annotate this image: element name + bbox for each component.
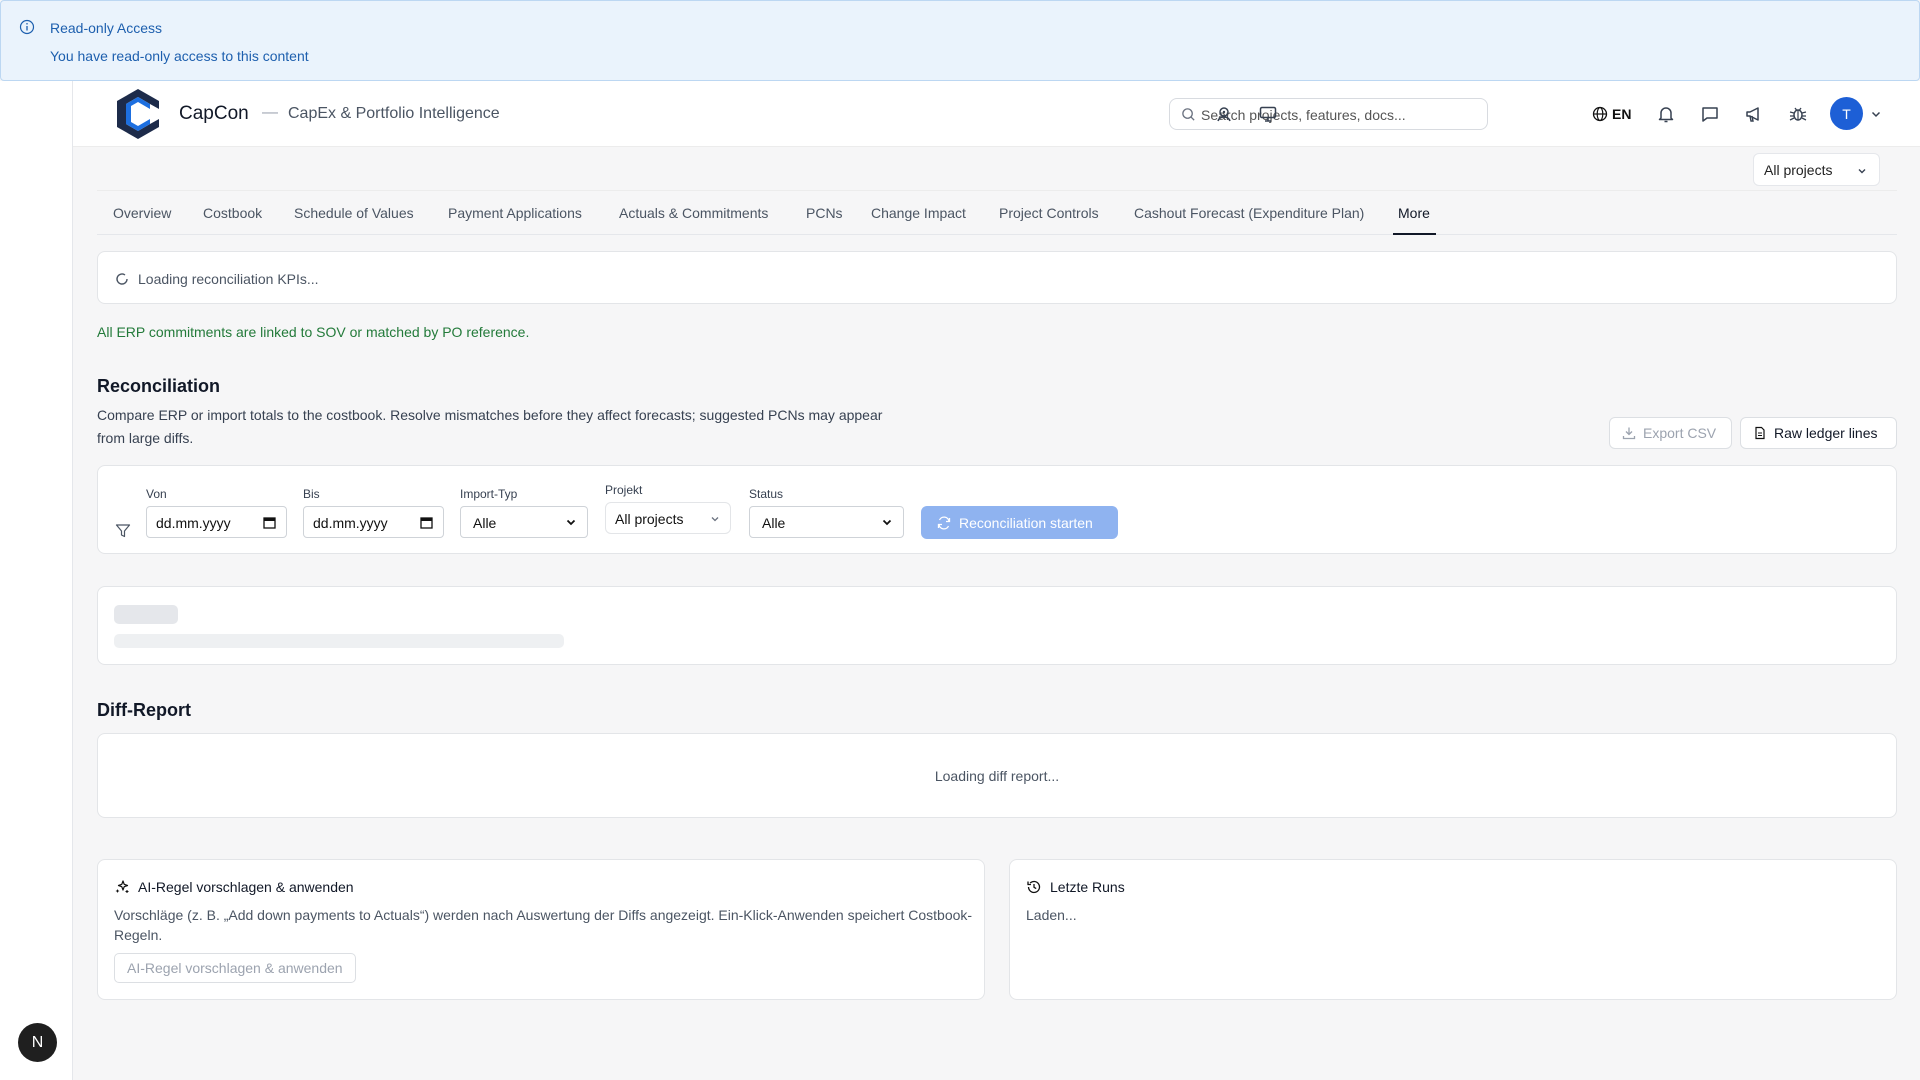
from-label: Von [146, 487, 167, 501]
reconciliation-title: Reconciliation [97, 376, 221, 396]
calendar-icon[interactable] [263, 516, 276, 529]
raw-ledger-lines-button[interactable]: Raw ledger lines [1740, 417, 1897, 449]
tab-change-impact[interactable]: Change Impact [871, 205, 966, 221]
chevron-down-icon [1858, 169, 1866, 174]
to-date-input[interactable]: dd.mm.yyyy [303, 506, 444, 538]
project-label: Projekt [605, 483, 643, 497]
left-rail [0, 81, 73, 1080]
raw-ledger-lines-label: Raw ledger lines [1774, 425, 1878, 441]
status-value: Alle [762, 515, 786, 531]
chevron-down-icon [566, 519, 576, 526]
ai-rule-text: Vorschläge (z. B. „Add down payments to … [114, 907, 973, 943]
status-select[interactable]: Alle [749, 506, 904, 538]
avatar[interactable]: T [1830, 97, 1863, 130]
read-only-banner: Read-only Access You have read-only acce… [0, 0, 1920, 81]
brand-separator: — [262, 104, 278, 121]
reconciliation-description: Compare ERP or import totals to the cost… [97, 407, 883, 446]
active-tab-indicator [1393, 233, 1436, 235]
ai-rule-title: AI-Regel vorschlagen & anwenden [138, 879, 354, 895]
import-type-label: Import-Typ [460, 487, 518, 501]
tab-bar: Overview Costbook Schedule of Values Pay… [97, 190, 1897, 235]
recent-runs-card: Letzte Runs Laden... [1009, 859, 1897, 1000]
language-switcher[interactable]: EN [1592, 103, 1631, 125]
tab-schedule-of-values[interactable]: Schedule of Values [294, 205, 414, 221]
capcon-logo[interactable] [114, 87, 162, 141]
start-reconciliation-label: Reconciliation starten [959, 514, 1093, 531]
search-input[interactable] [1201, 105, 1481, 125]
project-select-value: All projects [1764, 162, 1833, 178]
brand-tagline: CapEx & Portfolio Intelligence [288, 105, 500, 122]
tab-payment-applications[interactable]: Payment Applications [448, 205, 582, 221]
info-icon [19, 19, 35, 35]
export-csv-label: Export CSV [1643, 425, 1717, 441]
chevron-down-icon[interactable] [1870, 108, 1882, 120]
diff-report-loading-text: Loading diff report... [934, 768, 1060, 784]
status-message: All ERP commitments are linked to SOV or… [97, 324, 530, 340]
project-filter-value: All projects [615, 511, 684, 527]
tab-overview[interactable]: Overview [113, 205, 171, 221]
diff-report-title: Diff-Report [97, 700, 191, 720]
recent-runs-loading-text: Laden... [1026, 907, 1077, 923]
tab-pcns[interactable]: PCNs [806, 205, 843, 221]
skeleton-placeholder [97, 586, 1897, 665]
filter-icon [115, 524, 131, 538]
import-type-select[interactable]: Alle [460, 506, 588, 538]
kpi-loading-text: Loading reconciliation KPIs... [138, 271, 319, 287]
skeleton-line [114, 605, 178, 624]
filter-bar: Von dd.mm.yyyy Bis dd.mm.yyyy Import-Typ… [97, 465, 1897, 554]
diff-report-card: Loading diff report... [97, 733, 1897, 818]
refresh-icon [937, 515, 951, 530]
calendar-icon[interactable] [420, 516, 433, 529]
banner-title: Read-only Access [50, 20, 163, 36]
bug-icon[interactable] [1787, 103, 1809, 125]
download-icon [1622, 427, 1636, 440]
language-label: EN [1612, 106, 1632, 122]
import-type-value: Alle [473, 515, 497, 531]
from-date-input[interactable]: dd.mm.yyyy [146, 506, 287, 538]
document-icon [1755, 426, 1765, 440]
dev-badge[interactable]: N [18, 1023, 57, 1062]
project-select[interactable]: All projects [1753, 153, 1880, 186]
tab-cashout-forecast[interactable]: Cashout Forecast (Expenditure Plan) [1134, 205, 1364, 221]
app-header: CapCon — CapEx & Portfolio Intelligence … [73, 81, 1920, 147]
chat-icon[interactable] [1699, 103, 1721, 125]
tab-project-controls[interactable]: Project Controls [999, 205, 1099, 221]
search-icon [1182, 108, 1195, 121]
tab-actuals-commitments[interactable]: Actuals & Commitments [619, 205, 768, 221]
brand-name: CapCon [179, 103, 249, 124]
recent-runs-title: Letzte Runs [1050, 879, 1125, 895]
start-reconciliation-button[interactable]: Reconciliation starten [921, 506, 1118, 539]
tab-costbook[interactable]: Costbook [203, 205, 262, 221]
chevron-down-icon [711, 517, 719, 522]
export-csv-button[interactable]: Export CSV [1609, 417, 1732, 449]
status-label: Status [749, 487, 784, 501]
bell-icon[interactable] [1655, 103, 1677, 125]
from-date-value: dd.mm.yyyy [156, 515, 231, 531]
chevron-down-icon [882, 519, 892, 526]
skeleton-line [114, 634, 564, 648]
banner-message: You have read-only access to this conten… [50, 48, 309, 64]
megaphone-icon[interactable] [1743, 103, 1765, 125]
history-icon [1027, 880, 1041, 894]
kpi-loading-card: Loading reconciliation KPIs... [97, 251, 1897, 304]
tab-more[interactable]: More [1398, 205, 1430, 221]
to-date-value: dd.mm.yyyy [313, 515, 388, 531]
ai-rule-card: AI-Regel vorschlagen & anwenden Vorschlä… [97, 859, 985, 1000]
to-label: Bis [303, 487, 320, 501]
project-filter-select[interactable]: All projects [605, 502, 731, 534]
monitor-icon[interactable] [1257, 103, 1279, 125]
user-icon[interactable] [1213, 103, 1235, 125]
sparkles-icon [115, 880, 129, 893]
ai-rule-button[interactable]: AI-Regel vorschlagen & anwenden [114, 953, 356, 983]
spinner-icon [116, 273, 128, 285]
globe-icon [1592, 106, 1608, 122]
